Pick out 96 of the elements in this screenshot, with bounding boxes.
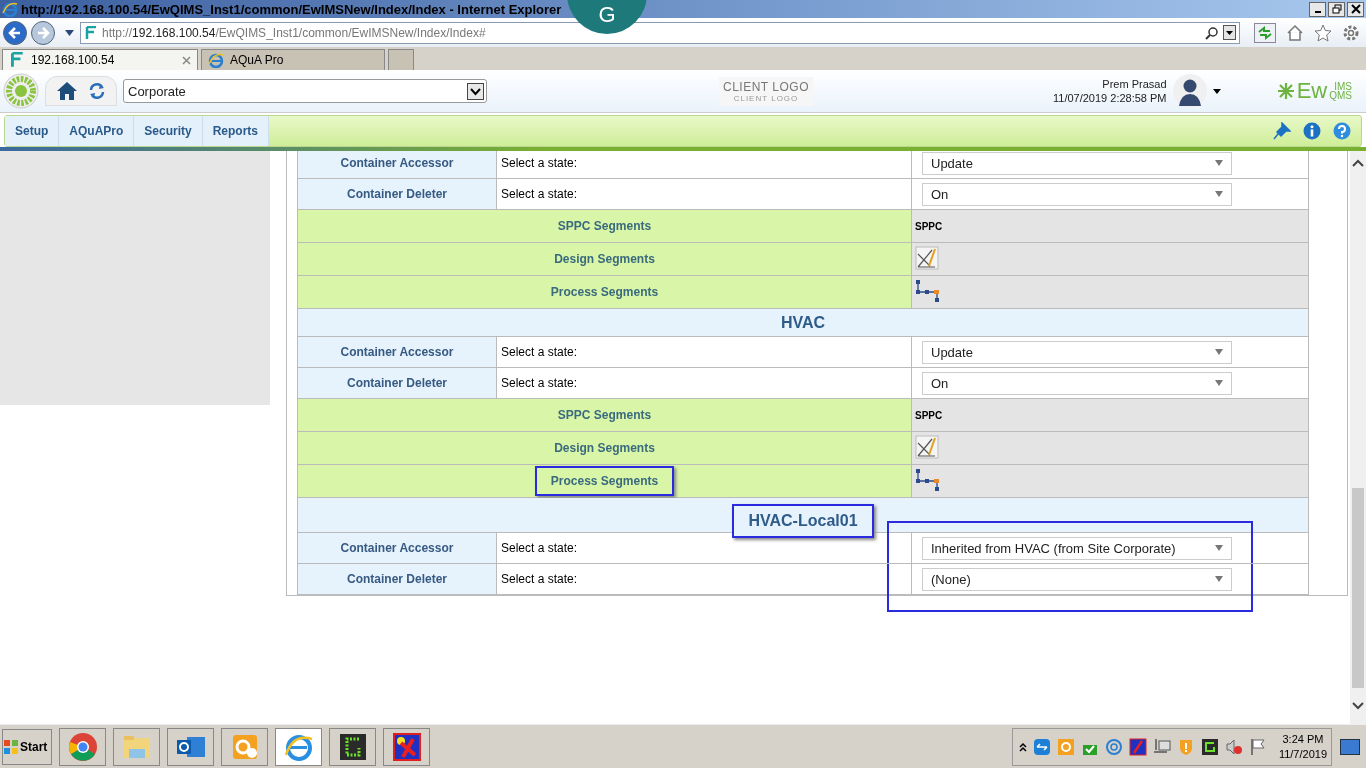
caret-icon: [1215, 380, 1223, 386]
segment-label[interactable]: Process Segments: [550, 283, 659, 301]
segment-label[interactable]: SPPC Segments: [557, 217, 652, 235]
state-prompt: Select a state:: [496, 336, 912, 368]
segment-label[interactable]: Process Segments: [534, 466, 675, 496]
caret-icon: [1215, 545, 1223, 551]
show-hidden-icons[interactable]: [1018, 741, 1027, 752]
row-label: Container Accessor: [297, 151, 497, 179]
close-icon: [1350, 4, 1361, 14]
chrome-app-icon: [66, 730, 99, 763]
state-select[interactable]: Inherited from HVAC (from Site Corporate): [922, 536, 1232, 560]
state-select[interactable]: Update: [922, 340, 1232, 364]
row-label: Container Deleter: [297, 563, 497, 595]
minimize-icon: [1314, 11, 1321, 13]
minimize-button[interactable]: [1309, 1, 1326, 17]
site-icon: [9, 52, 25, 68]
menu-item[interactable]: Security: [134, 116, 203, 146]
browser-tab[interactable]: AQuA Pro: [201, 49, 385, 70]
show-desktop-icon[interactable]: [1340, 738, 1360, 755]
state-prompt: Select a state:: [496, 532, 912, 564]
xapp-app-icon: [390, 730, 423, 763]
restore-icon: [1331, 4, 1342, 14]
state-prompt: Select a state:: [496, 178, 912, 210]
state-prompt: Select a state:: [496, 563, 912, 595]
segment-label[interactable]: SPPC Segments: [557, 406, 652, 424]
segment-label[interactable]: Design Segments: [554, 439, 655, 457]
browser-tab[interactable]: 192.168.100.54: [2, 49, 198, 70]
home-icon[interactable]: [56, 81, 78, 101]
address-field[interactable]: http://192.168.100.54/EwQIMS_Inst1/common/EwIMSNew/Index/Index#: [80, 21, 1240, 44]
state-prompt: Select a state:: [496, 367, 912, 399]
flow-diagram-icon[interactable]: [915, 278, 941, 303]
right-arrow-icon: [36, 25, 50, 40]
clock[interactable]: 3:24 PM 11/7/2019: [1278, 731, 1327, 762]
help-icon[interactable]: [1333, 122, 1351, 140]
state-select[interactable]: On: [922, 182, 1232, 206]
window-title: http://192.168.100.54/EwQIMS_Inst1/common/EwIMSNew/Index/Index - Internet Explorer: [21, 1, 562, 17]
state-select[interactable]: On: [922, 371, 1232, 395]
avatar-icon[interactable]: [1172, 74, 1207, 108]
client-logo: CLIENT LOGO CLIENT LOGO: [719, 76, 813, 106]
compatibility-view-icon[interactable]: [1254, 22, 1276, 43]
start-button[interactable]: Start: [2, 728, 52, 765]
browser-logo-icon: [2, 1, 18, 17]
windows-logo-icon: [3, 738, 19, 755]
browser-logo-icon: [208, 52, 224, 68]
menu-item[interactable]: Reports: [202, 116, 270, 146]
row-label: Container Deleter: [297, 178, 497, 210]
back-button[interactable]: [3, 20, 27, 45]
caret-icon: [1215, 160, 1223, 166]
settings-icon[interactable]: [1342, 23, 1360, 42]
forward-button[interactable]: [31, 20, 55, 45]
segment-label[interactable]: Design Segments: [554, 250, 655, 268]
menu-item[interactable]: AQuAPro: [59, 116, 135, 146]
history-dropdown-icon[interactable]: [65, 29, 74, 36]
dropdown-icon[interactable]: [1223, 25, 1236, 40]
left-arrow-icon: [8, 25, 22, 40]
dropdown-icon[interactable]: [467, 82, 484, 100]
segment-value: SPPC: [915, 221, 943, 232]
site-select[interactable]: Corporate: [123, 79, 487, 103]
date-time: 11/07/2019 2:28:58 PM: [1052, 91, 1167, 105]
scroll-down-icon[interactable]: [1352, 702, 1364, 710]
info-icon[interactable]: [1303, 122, 1321, 140]
state-select[interactable]: Update: [922, 151, 1232, 175]
caret-icon[interactable]: [1212, 88, 1221, 94]
refresh-icon[interactable]: [88, 82, 106, 100]
row-label: Container Accessor: [297, 532, 497, 564]
caret-icon: [1215, 349, 1223, 355]
app-button[interactable]: [167, 727, 214, 766]
group-heading: HVAC-Local01: [732, 504, 874, 538]
caret-icon: [1215, 191, 1223, 197]
tray-icon[interactable]: [1200, 737, 1219, 756]
state-prompt: Select a state:: [496, 151, 912, 179]
scrollbar[interactable]: [1350, 151, 1366, 724]
row-label: Container Deleter: [297, 367, 497, 399]
row-label: Container Accessor: [297, 336, 497, 368]
caret-icon: [1215, 576, 1223, 582]
group-heading: HVAC: [780, 312, 826, 333]
menu-item[interactable]: Setup: [5, 116, 60, 146]
close-tab-icon[interactable]: [182, 55, 191, 65]
restore-button[interactable]: [1328, 1, 1345, 17]
state-select[interactable]: (None): [922, 567, 1232, 591]
segment-value: SPPC: [915, 410, 943, 421]
search-icon[interactable]: [1205, 25, 1219, 40]
home-icon[interactable]: [1286, 23, 1304, 42]
drafting-icon[interactable]: [915, 434, 939, 459]
tray-icon[interactable]: [1248, 737, 1267, 756]
user-name: Prem Prasad: [1102, 77, 1167, 91]
close-button[interactable]: [1347, 1, 1364, 17]
app-button[interactable]: [329, 727, 376, 766]
star-icon[interactable]: [1314, 23, 1332, 42]
scroll-up-icon[interactable]: [1352, 159, 1364, 167]
app-button[interactable]: [383, 727, 430, 766]
drafting-icon[interactable]: [915, 245, 939, 270]
tray-icon[interactable]: [1128, 737, 1147, 756]
flow-diagram-icon[interactable]: [915, 467, 941, 492]
site-icon: [84, 25, 98, 40]
pin-icon[interactable]: [1273, 122, 1291, 140]
